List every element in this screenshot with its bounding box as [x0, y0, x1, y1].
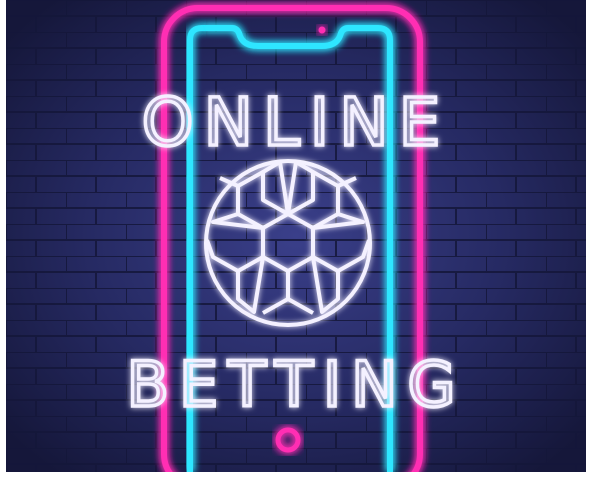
- neon-sign-svg: ONLINE BETTING: [6, 0, 586, 472]
- headline-betting: BETTING: [126, 348, 465, 421]
- neon-sign-artwork: ONLINE BETTING: [6, 0, 586, 472]
- image-frame: ONLINE BETTING: [0, 0, 594, 478]
- headline-online: ONLINE: [142, 84, 451, 161]
